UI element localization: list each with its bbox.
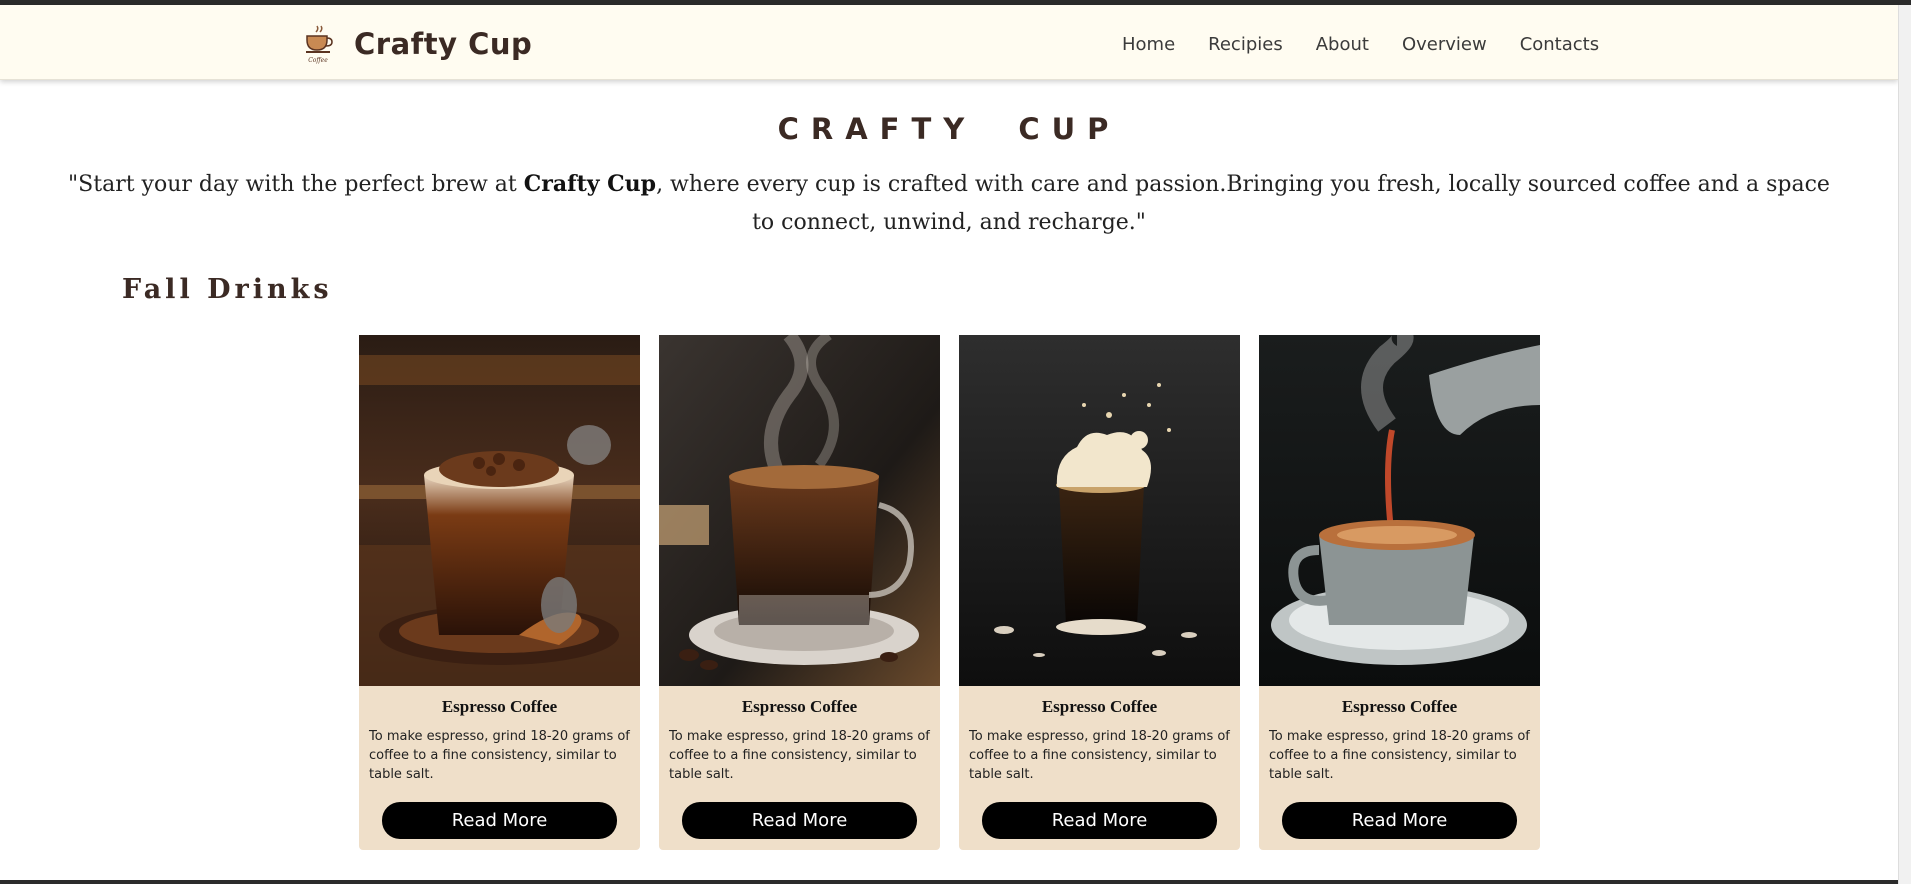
nav-home[interactable]: Home [1122,34,1175,55]
nav-contacts[interactable]: Contacts [1520,34,1599,55]
drink-cards: Espresso Coffee To make espresso, grind … [359,335,1559,850]
steaming-coffee-mug-photo [659,335,940,686]
card-description: To make espresso, grind 18-20 grams of c… [669,729,930,782]
iced-coffee-photo [359,335,640,686]
card-description: To make espresso, grind 18-20 grams of c… [969,729,1230,782]
read-more-button[interactable]: Read More [982,802,1217,839]
read-more-button[interactable]: Read More [1282,802,1517,839]
drink-card: Espresso Coffee To make espresso, grind … [659,335,940,850]
card-title: Espresso Coffee [1341,697,1458,716]
tagline-text-start: "Start your day with the perfect brew at [68,172,524,197]
card-title: Espresso Coffee [741,697,858,716]
card-description: To make espresso, grind 18-20 grams of c… [1269,729,1530,782]
nav-about[interactable]: About [1316,34,1369,55]
tagline-text-end: , where every cup is crafted with care a… [656,172,1830,235]
window-bottom-border [0,880,1898,884]
drink-card: Espresso Coffee To make espresso, grind … [1259,335,1540,850]
drink-card: Espresso Coffee To make espresso, grind … [359,335,640,850]
card-title: Espresso Coffee [1041,697,1158,716]
tagline-brand: Crafty Cup [523,171,657,197]
card-title: Espresso Coffee [441,697,558,716]
coffee-pour-photo [1259,335,1540,686]
svg-text:Coffee: Coffee [308,57,328,64]
card-description: To make espresso, grind 18-20 grams of c… [369,729,630,782]
section-title: Fall Drinks [122,274,333,305]
foamy-cold-brew-photo [959,335,1240,686]
hero-title: CRAFTY CUP [777,112,1121,146]
drink-card: Espresso Coffee To make espresso, grind … [959,335,1240,850]
read-more-button[interactable]: Read More [382,802,617,839]
read-more-button[interactable]: Read More [682,802,917,839]
nav-recipies[interactable]: Recipies [1208,34,1283,55]
brand-name: Crafty Cup [354,27,533,61]
hero-tagline: "Start your day with the perfect brew at… [60,165,1838,242]
nav-overview[interactable]: Overview [1402,34,1487,55]
main-nav: Home Recipies About Overview Contacts [1122,34,1632,55]
brand[interactable]: Coffee Crafty Cup [302,22,532,66]
navbar: Coffee Crafty Cup Home Recipies About Ov… [0,5,1898,80]
coffee-cup-logo-icon: Coffee [302,22,334,66]
page-scrollbar[interactable] [1898,5,1911,884]
